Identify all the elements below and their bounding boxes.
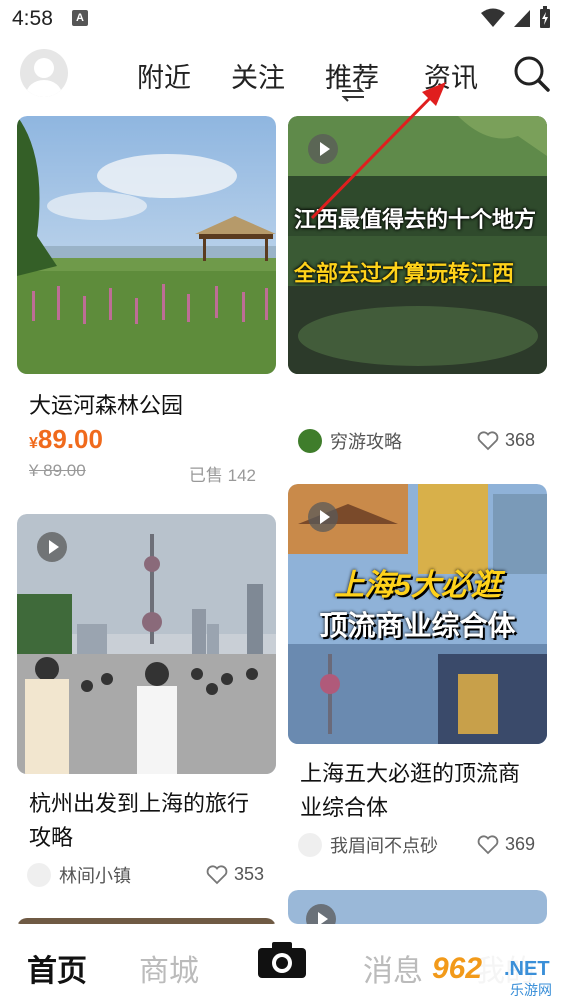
- video-overlay-line2: 顶流商业综合体: [319, 610, 516, 641]
- nav-home[interactable]: 首页: [27, 946, 87, 990]
- price: ¥89.00: [29, 424, 103, 455]
- site-watermark: 962 .NET 乐游网: [424, 950, 556, 1000]
- like-button[interactable]: 368: [477, 430, 535, 451]
- card-title-line2: 业综合体: [300, 795, 389, 820]
- like-count: 353: [233, 864, 264, 884]
- video-overlay-line1: 上海5大必逛: [334, 569, 501, 602]
- feed-card-shanghai-malls[interactable]: 上海5大必逛 顶流商业综合体 上海五大必逛的顶流商 业综合体 我眉间不点砂 36…: [288, 484, 547, 870]
- swap-icon[interactable]: [340, 86, 366, 102]
- play-icon: [308, 134, 338, 164]
- watermark-net: .NET: [504, 958, 550, 980]
- top-nav: 附近 关注 推荐 资讯: [0, 40, 564, 112]
- partial-photo: [288, 890, 547, 924]
- author-avatar: [298, 833, 322, 857]
- original-price: ¥ 89.00: [29, 461, 86, 480]
- watermark-subtitle: 乐游网: [510, 982, 552, 998]
- price-value: 89.00: [37, 424, 103, 454]
- play-icon: [37, 532, 67, 562]
- watermark-number: 962: [432, 952, 483, 985]
- feed-card-park[interactable]: 大运河森林公园 ¥89.00 ¥ 89.00 已售 142: [17, 116, 276, 492]
- shanghai-video-cover: 上海5大必逛 顶流商业综合体: [288, 484, 547, 744]
- tab-nearby[interactable]: 附近: [137, 56, 191, 95]
- park-photo: [17, 116, 276, 374]
- notification-icon: A: [72, 10, 88, 26]
- author[interactable]: 穷游攻略: [298, 428, 402, 454]
- author-name: 我眉间不点砂: [330, 836, 438, 856]
- search-icon[interactable]: [513, 55, 551, 93]
- author[interactable]: 我眉间不点砂: [298, 832, 438, 858]
- bund-photo: [17, 514, 276, 774]
- avatar[interactable]: [20, 49, 68, 97]
- like-count: 368: [504, 430, 535, 450]
- jiangxi-video-cover: 江西最值得去的十个地方 全部去过才算玩转江西: [288, 116, 547, 374]
- author-name: 林间小镇: [59, 866, 131, 886]
- camera-icon[interactable]: [256, 940, 308, 980]
- feed-card-jiangxi[interactable]: 江西最值得去的十个地方 全部去过才算玩转江西 穷游攻略 368: [288, 116, 547, 462]
- currency-symbol: ¥: [29, 435, 38, 452]
- video-overlay-line2: 全部去过才算玩转江西: [294, 261, 515, 287]
- author-name: 穷游攻略: [330, 432, 402, 452]
- card-title-line1: 上海五大必逛的顶流商: [300, 761, 521, 786]
- nav-mall[interactable]: 商城: [139, 946, 199, 990]
- card-title: 大运河森林公园: [29, 393, 184, 418]
- play-icon: [306, 904, 336, 924]
- feed-card-partial-right[interactable]: [288, 890, 547, 924]
- heart-icon: [206, 864, 228, 884]
- heart-icon: [477, 430, 499, 450]
- status-bar: 4:58 A: [0, 0, 564, 40]
- heart-icon: [477, 834, 499, 854]
- play-icon: [308, 502, 338, 532]
- author[interactable]: 林间小镇: [27, 862, 131, 888]
- battery-icon: [540, 6, 550, 28]
- author-avatar: [27, 863, 51, 887]
- like-count: 369: [504, 834, 535, 854]
- video-overlay-line1: 江西最值得去的十个地方: [294, 207, 537, 233]
- card-title-line1: 杭州出发到上海的旅行: [29, 791, 250, 816]
- tab-following[interactable]: 关注: [231, 56, 285, 95]
- tab-news[interactable]: 资讯: [424, 56, 478, 95]
- nav-messages[interactable]: 消息: [363, 946, 423, 990]
- author-avatar: [298, 429, 322, 453]
- wifi-icon: [481, 8, 505, 27]
- card-title-line2: 攻略: [29, 825, 74, 850]
- status-icons: [480, 6, 552, 30]
- like-button[interactable]: 369: [477, 834, 535, 855]
- sold-count: 已售 142: [188, 466, 256, 485]
- signal-icon: [514, 10, 530, 27]
- like-button[interactable]: 353: [206, 864, 264, 885]
- status-time: 4:58: [12, 7, 53, 30]
- feed-card-shanghai-trip[interactable]: 杭州出发到上海的旅行 攻略 林间小镇 353: [17, 514, 276, 896]
